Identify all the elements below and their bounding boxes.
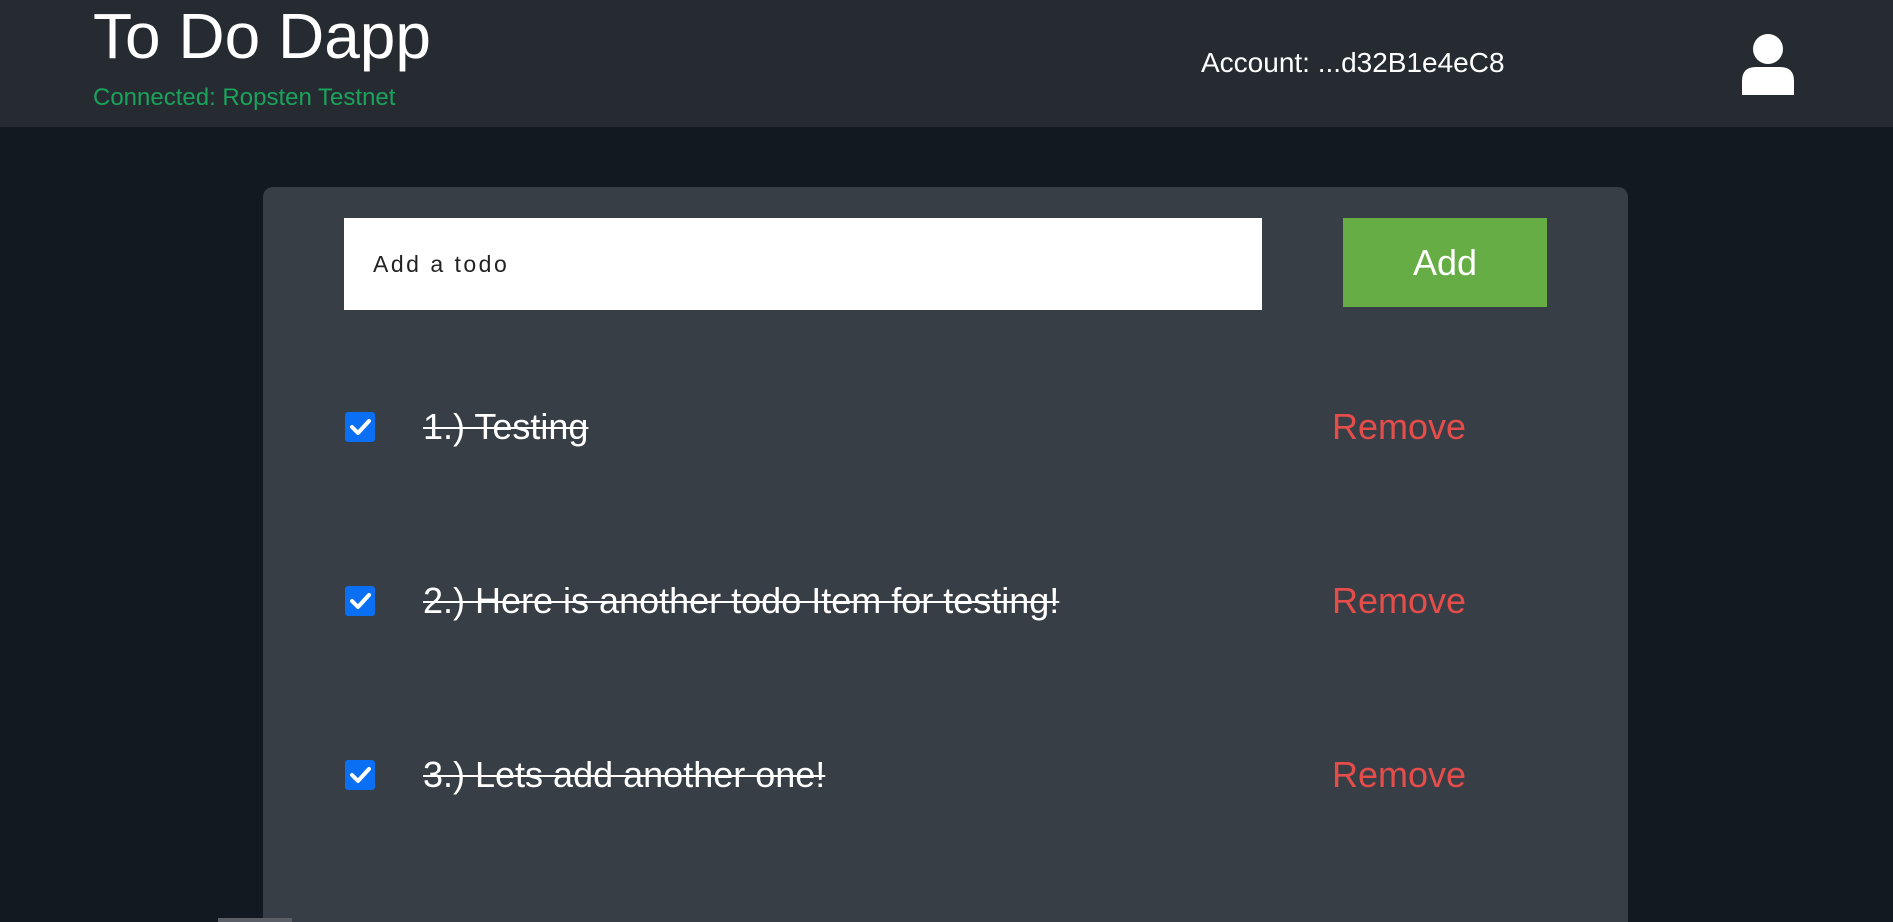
add-button[interactable]: Add: [1343, 218, 1547, 307]
check-icon: [350, 767, 371, 783]
todo-checkbox[interactable]: [345, 586, 375, 616]
todo-item: 1.) Testing Remove: [263, 397, 1628, 457]
user-icon[interactable]: [1740, 33, 1796, 95]
todo-text: 2.) Here is another todo Item for testin…: [423, 580, 1060, 621]
check-icon: [350, 419, 371, 435]
todo-item: 2.) Here is another todo Item for testin…: [263, 571, 1628, 631]
todo-item: 3.) Lets add another one! Remove: [263, 745, 1628, 805]
todo-text: 3.) Lets add another one!: [423, 754, 826, 795]
todo-text: 1.) Testing: [423, 406, 589, 447]
remove-button[interactable]: Remove: [1332, 407, 1466, 447]
add-todo-input[interactable]: [344, 218, 1262, 310]
check-icon: [350, 593, 371, 609]
todo-checkbox[interactable]: [345, 760, 375, 790]
horizontal-scrollbar[interactable]: [218, 918, 292, 922]
app-title: To Do Dapp: [93, 0, 431, 72]
account-address: Account: ...d32B1e4eC8: [1201, 47, 1505, 78]
todo-panel: Add 1.) Testing Remove 2.) Here is anoth…: [263, 187, 1628, 922]
todo-checkbox[interactable]: [345, 412, 375, 442]
network-status: Connected: Ropsten Testnet: [93, 84, 396, 111]
remove-button[interactable]: Remove: [1332, 581, 1466, 621]
remove-button[interactable]: Remove: [1332, 755, 1466, 795]
app-header: To Do Dapp Connected: Ropsten Testnet Ac…: [0, 0, 1893, 127]
